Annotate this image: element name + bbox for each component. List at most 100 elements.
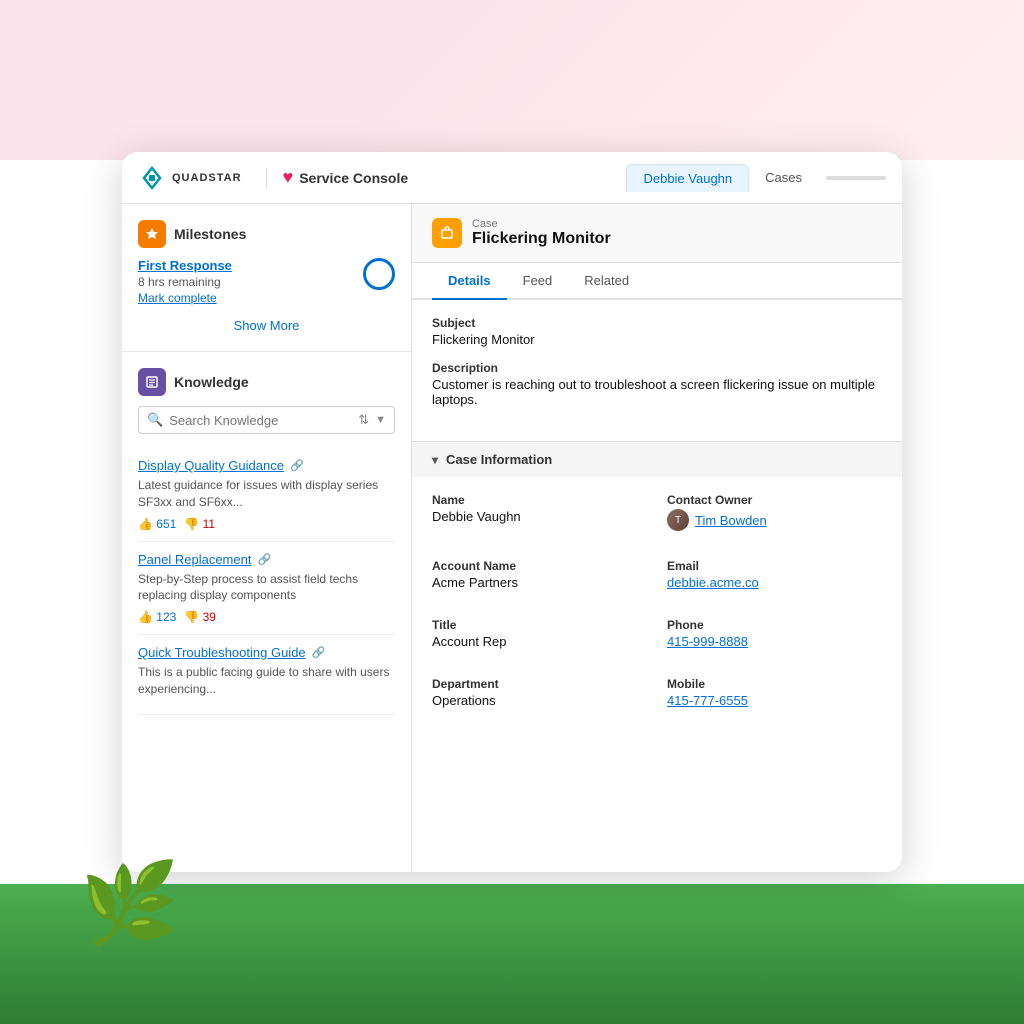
mobile-label: Mobile xyxy=(667,677,882,691)
show-more-link[interactable]: Show More xyxy=(234,318,300,333)
nav-tabs: Debbie Vaughn Cases xyxy=(626,164,886,192)
case-info-title: Case Information xyxy=(446,452,552,467)
title-field: Title Account Rep xyxy=(432,618,647,649)
name-value: Debbie Vaughn xyxy=(432,509,647,524)
knowledge-search-input[interactable] xyxy=(169,413,352,428)
department-label: Department xyxy=(432,677,647,691)
contact-owner-row: T Tim Bowden xyxy=(667,509,882,531)
subject-value: Flickering Monitor xyxy=(432,332,882,347)
case-icon xyxy=(432,218,462,248)
heart-icon: ♥ xyxy=(283,167,294,188)
milestones-icon xyxy=(138,220,166,248)
subject-field: Subject Flickering Monitor xyxy=(432,316,882,347)
knowledge-search-bar[interactable]: 🔍 ⇅ ▼ xyxy=(138,406,395,434)
case-label: Case xyxy=(472,218,611,230)
milestones-title: Milestones xyxy=(174,226,246,242)
case-header: Case Flickering Monitor xyxy=(412,204,902,263)
phone-field: Phone 415-999-8888 xyxy=(667,618,882,649)
email-label: Email xyxy=(667,559,882,573)
milestone-circle xyxy=(363,258,395,290)
article-title-1[interactable]: Display Quality Guidance xyxy=(138,458,284,473)
case-info-header[interactable]: ▾ Case Information xyxy=(412,442,902,477)
milestones-section: Milestones First Response 8 hrs remainin… xyxy=(122,204,411,352)
tab-related[interactable]: Related xyxy=(568,263,645,300)
nav-tab-cases[interactable]: Cases xyxy=(749,164,818,191)
milestones-header: Milestones xyxy=(138,220,395,248)
search-icon: 🔍 xyxy=(147,412,163,428)
contact-owner-field: Contact Owner T Tim Bowden xyxy=(667,493,882,531)
case-info-grid: Name Debbie Vaughn Contact Owner T Tim B… xyxy=(412,477,902,738)
account-name-label: Account Name xyxy=(432,559,647,573)
mobile-field: Mobile 415-777-6555 xyxy=(667,677,882,708)
contact-owner-value[interactable]: Tim Bowden xyxy=(695,513,767,528)
article-link-icon-1[interactable]: 🔗 xyxy=(290,459,304,472)
contact-owner-label: Contact Owner xyxy=(667,493,882,507)
vote-down-1: 👎 11 xyxy=(184,517,215,531)
article-item-3: Quick Troubleshooting Guide 🔗 This is a … xyxy=(138,635,395,715)
quadstar-logo-icon xyxy=(138,164,166,192)
milestone-info: First Response 8 hrs remaining Mark comp… xyxy=(138,258,351,305)
dropdown-icon[interactable]: ▼ xyxy=(375,414,386,426)
title-label: Title xyxy=(432,618,647,632)
case-title: Flickering Monitor xyxy=(472,230,611,248)
nav-divider xyxy=(266,168,267,188)
vote-up-2: 👍 123 xyxy=(138,610,176,624)
article-title-row-1: Display Quality Guidance 🔗 xyxy=(138,458,395,473)
main-card: QUADSTAR ♥ Service Console Debbie Vaughn… xyxy=(122,152,902,872)
article-link-icon-2[interactable]: 🔗 xyxy=(257,553,271,566)
case-info-section: ▾ Case Information Name Debbie Vaughn Co… xyxy=(412,441,902,738)
email-field: Email debbie.acme.co xyxy=(667,559,882,590)
contact-owner-avatar: T xyxy=(667,509,689,531)
name-label: Name xyxy=(432,493,647,507)
show-more-btn: Show More xyxy=(138,317,395,335)
article-item-1: Display Quality Guidance 🔗 Latest guidan… xyxy=(138,448,395,542)
tab-details[interactable]: Details xyxy=(432,263,507,300)
department-field: Department Operations xyxy=(432,677,647,708)
description-label: Description xyxy=(432,361,882,375)
knowledge-title: Knowledge xyxy=(174,374,249,390)
tab-feed[interactable]: Feed xyxy=(507,263,569,300)
article-votes-2: 👍 123 👎 39 xyxy=(138,610,395,624)
left-panel: Milestones First Response 8 hrs remainin… xyxy=(122,204,412,872)
milestone-time-remaining: 8 hrs remaining xyxy=(138,275,351,289)
phone-label: Phone xyxy=(667,618,882,632)
article-title-3[interactable]: Quick Troubleshooting Guide xyxy=(138,645,306,660)
nav-tab-bar xyxy=(826,176,886,180)
chevron-down-icon: ▾ xyxy=(432,453,438,467)
logo-text: QUADSTAR xyxy=(172,172,242,184)
knowledge-header: Knowledge xyxy=(138,368,395,396)
sort-icon[interactable]: ⇅ xyxy=(358,412,369,428)
first-response-link[interactable]: First Response xyxy=(138,258,351,273)
article-title-2[interactable]: Panel Replacement xyxy=(138,552,251,567)
mark-complete-link[interactable]: Mark complete xyxy=(138,291,351,305)
service-console-label: Service Console xyxy=(299,170,408,186)
nav-tab-debbie-vaughn[interactable]: Debbie Vaughn xyxy=(626,164,749,192)
case-svg xyxy=(440,226,454,240)
article-link-icon-3[interactable]: 🔗 xyxy=(312,646,326,659)
logo-area: QUADSTAR xyxy=(138,164,242,192)
knowledge-icon xyxy=(138,368,166,396)
phone-value[interactable]: 415-999-8888 xyxy=(667,634,882,649)
detail-tabs: Details Feed Related xyxy=(412,263,902,300)
detail-content: Subject Flickering Monitor Description C… xyxy=(412,300,902,437)
nav-bar: QUADSTAR ♥ Service Console Debbie Vaughn… xyxy=(122,152,902,204)
tree-decoration: 🌿 xyxy=(80,864,180,944)
service-console-area: ♥ Service Console xyxy=(283,167,615,188)
subject-label: Subject xyxy=(432,316,882,330)
mobile-value[interactable]: 415-777-6555 xyxy=(667,693,882,708)
knowledge-svg xyxy=(145,375,159,389)
description-value: Customer is reaching out to troubleshoot… xyxy=(432,377,882,407)
article-votes-1: 👍 651 👎 11 xyxy=(138,517,395,531)
article-item-2: Panel Replacement 🔗 Step-by-Step process… xyxy=(138,542,395,636)
article-title-row-2: Panel Replacement 🔗 xyxy=(138,552,395,567)
account-name-field: Account Name Acme Partners xyxy=(432,559,647,590)
name-field: Name Debbie Vaughn xyxy=(432,493,647,531)
milestones-svg xyxy=(145,227,159,241)
body-area: Milestones First Response 8 hrs remainin… xyxy=(122,204,902,872)
department-value: Operations xyxy=(432,693,647,708)
article-desc-3: This is a public facing guide to share w… xyxy=(138,664,395,698)
article-title-row-3: Quick Troubleshooting Guide 🔗 xyxy=(138,645,395,660)
email-value[interactable]: debbie.acme.co xyxy=(667,575,882,590)
description-field: Description Customer is reaching out to … xyxy=(432,361,882,407)
vote-up-1: 👍 651 xyxy=(138,517,176,531)
